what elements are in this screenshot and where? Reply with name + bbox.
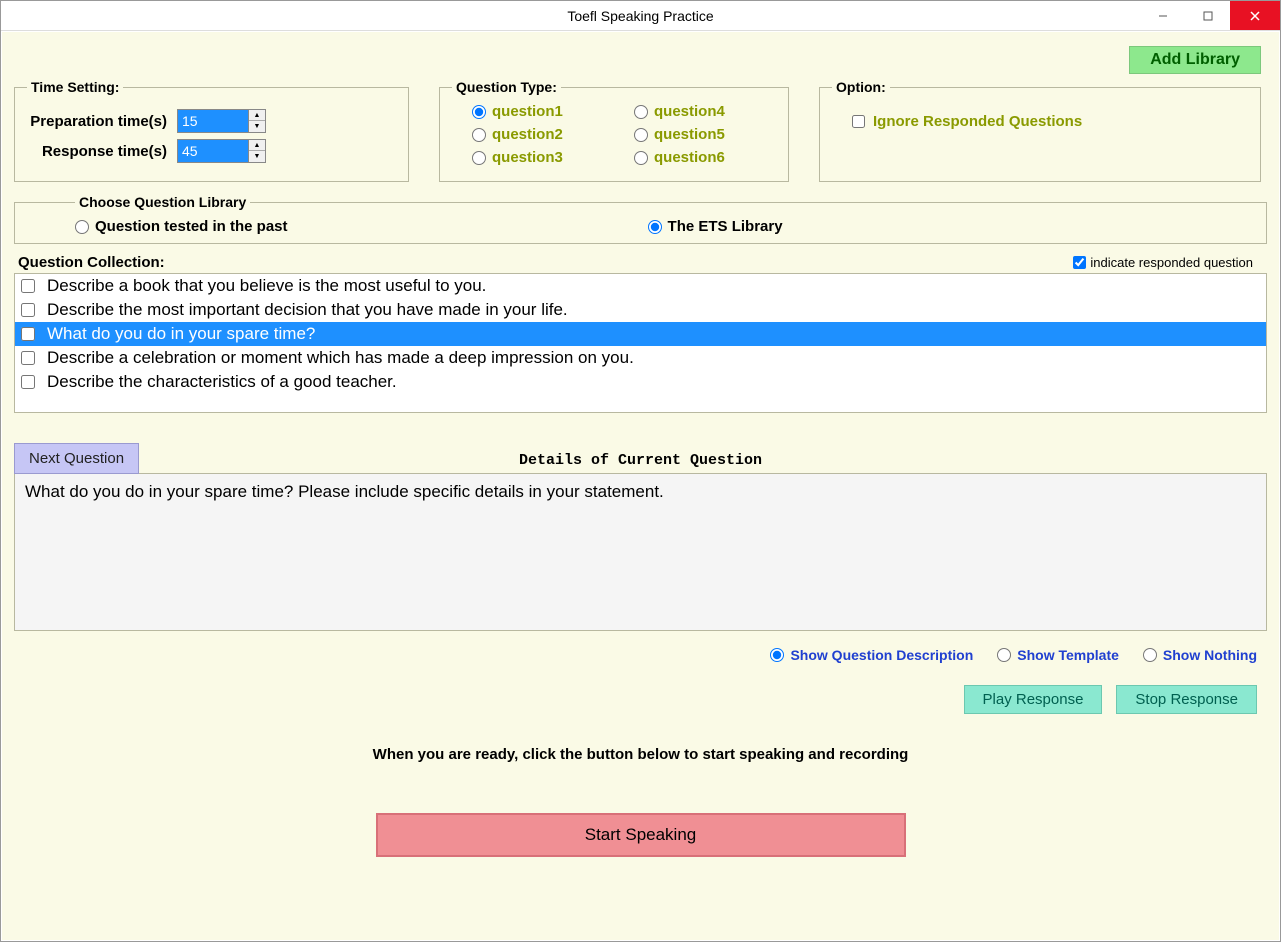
details-title: Details of Current Question xyxy=(14,452,1267,469)
choose-library-legend: Choose Question Library xyxy=(75,194,250,210)
question-checkbox[interactable] xyxy=(21,279,35,293)
question1-label: question1 xyxy=(492,103,563,120)
ets-library-radio[interactable] xyxy=(648,220,662,234)
show-template-label: Show Template xyxy=(1017,647,1119,663)
show-description-label: Show Question Description xyxy=(790,647,973,663)
choose-library-group: Choose Question Library Question tested … xyxy=(14,194,1267,244)
show-nothing-label: Show Nothing xyxy=(1163,647,1257,663)
next-question-button[interactable]: Next Question xyxy=(14,443,139,474)
prep-time-down[interactable]: ▼ xyxy=(249,121,265,132)
question4-radio[interactable] xyxy=(634,105,648,119)
option-group: Option: Ignore Responded Questions xyxy=(819,79,1261,182)
resp-time-down[interactable]: ▼ xyxy=(249,151,265,162)
question-checkbox[interactable] xyxy=(21,375,35,389)
window-title: Toefl Speaking Practice xyxy=(567,8,713,24)
resp-time-label: Response time(s) xyxy=(27,143,177,160)
question3-radio[interactable] xyxy=(472,151,486,165)
play-response-button[interactable]: Play Response xyxy=(964,685,1103,714)
ets-library-label: The ETS Library xyxy=(668,218,783,235)
question6-label: question6 xyxy=(654,149,725,166)
question-list[interactable]: Describe a book that you believe is the … xyxy=(14,273,1267,413)
show-nothing-radio[interactable] xyxy=(1143,648,1157,662)
option-legend: Option: xyxy=(832,79,890,95)
question-checkbox[interactable] xyxy=(21,303,35,317)
question3-label: question3 xyxy=(492,149,563,166)
question-checkbox[interactable] xyxy=(21,327,35,341)
question5-label: question5 xyxy=(654,126,725,143)
resp-time-up[interactable]: ▲ xyxy=(249,140,265,151)
resp-time-input[interactable] xyxy=(177,139,249,163)
question-checkbox[interactable] xyxy=(21,351,35,365)
maximize-button[interactable] xyxy=(1185,1,1230,30)
show-template-radio[interactable] xyxy=(997,648,1011,662)
indicate-responded-checkbox[interactable] xyxy=(1073,256,1086,269)
time-setting-legend: Time Setting: xyxy=(27,79,123,95)
question-collection-title: Question Collection: xyxy=(14,254,165,271)
titlebar: Toefl Speaking Practice xyxy=(1,1,1280,31)
question-type-legend: Question Type: xyxy=(452,79,561,95)
prep-time-input[interactable] xyxy=(177,109,249,133)
question6-radio[interactable] xyxy=(634,151,648,165)
question2-label: question2 xyxy=(492,126,563,143)
close-button[interactable] xyxy=(1230,1,1280,30)
list-item[interactable]: Describe the characteristics of a good t… xyxy=(15,370,1266,394)
question-type-group: Question Type: question1 question4 quest… xyxy=(439,79,789,182)
question5-radio[interactable] xyxy=(634,128,648,142)
question1-radio[interactable] xyxy=(472,105,486,119)
list-item[interactable]: What do you do in your spare time? xyxy=(15,322,1266,346)
start-speaking-button[interactable]: Start Speaking xyxy=(376,813,906,857)
indicate-responded-label: indicate responded question xyxy=(1090,255,1253,270)
time-setting-group: Time Setting: Preparation time(s) ▲ ▼ Re… xyxy=(14,79,409,182)
add-library-button[interactable]: Add Library xyxy=(1129,46,1261,74)
show-description-radio[interactable] xyxy=(770,648,784,662)
prep-time-label: Preparation time(s) xyxy=(27,113,177,130)
past-library-label: Question tested in the past xyxy=(95,218,288,235)
minimize-button[interactable] xyxy=(1140,1,1185,30)
past-library-radio[interactable] xyxy=(75,220,89,234)
prep-time-up[interactable]: ▲ xyxy=(249,110,265,121)
list-item[interactable]: Describe a book that you believe is the … xyxy=(15,274,1266,298)
ignore-responded-checkbox[interactable] xyxy=(852,115,865,128)
list-item[interactable]: Describe a celebration or moment which h… xyxy=(15,346,1266,370)
list-item[interactable]: Describe the most important decision tha… xyxy=(15,298,1266,322)
question4-label: question4 xyxy=(654,103,725,120)
stop-response-button[interactable]: Stop Response xyxy=(1116,685,1257,714)
details-box: What do you do in your spare time? Pleas… xyxy=(14,473,1267,631)
ignore-responded-label: Ignore Responded Questions xyxy=(873,113,1082,130)
question2-radio[interactable] xyxy=(472,128,486,142)
ready-text: When you are ready, click the button bel… xyxy=(14,746,1267,763)
